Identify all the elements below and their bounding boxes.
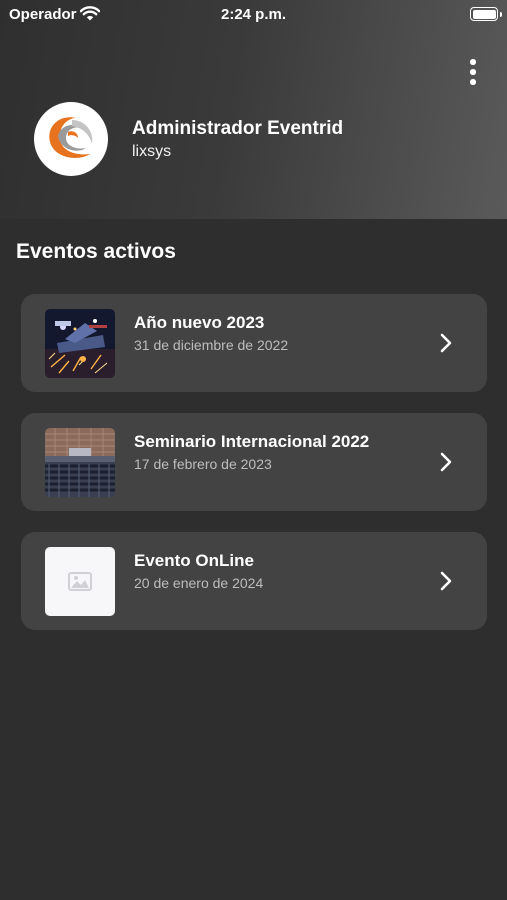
- avatar: [34, 102, 108, 176]
- event-title: Año nuevo 2023: [134, 313, 265, 332]
- auditorium-photo-icon: [45, 428, 115, 497]
- chevron-right-icon: [440, 333, 452, 353]
- more-vertical-icon[interactable]: [460, 56, 486, 88]
- image-placeholder-icon: [68, 572, 92, 591]
- section-title: Eventos activos: [16, 240, 176, 263]
- battery-icon: [470, 7, 502, 21]
- status-bar: Operador 2:24 p.m.: [0, 0, 507, 30]
- event-thumbnail: [45, 309, 115, 378]
- chevron-right-icon: [440, 571, 452, 591]
- battery-level: [472, 9, 496, 19]
- event-date: 17 de febrero de 2023: [134, 456, 272, 472]
- status-time: 2:24 p.m.: [220, 6, 287, 23]
- event-date: 31 de diciembre de 2022: [134, 337, 289, 353]
- event-date: 20 de enero de 2024: [134, 575, 264, 591]
- event-card[interactable]: Año nuevo 2023 31 de diciembre de 2022: [21, 294, 487, 392]
- event-card[interactable]: Evento OnLine 20 de enero de 2024: [21, 532, 487, 630]
- event-title: Seminario Internacional 2022: [134, 432, 370, 451]
- event-card[interactable]: Seminario Internacional 2022 17 de febre…: [21, 413, 487, 511]
- event-thumbnail: [45, 547, 115, 616]
- event-thumbnail: [45, 428, 115, 497]
- fireworks-photo-icon: [45, 309, 115, 378]
- profile-name: Administrador Eventrid: [132, 118, 344, 139]
- chevron-right-icon: [440, 452, 452, 472]
- profile-organization: lixsys: [132, 143, 172, 160]
- event-title: Evento OnLine: [134, 551, 254, 570]
- eventrid-logo-icon: [49, 117, 93, 158]
